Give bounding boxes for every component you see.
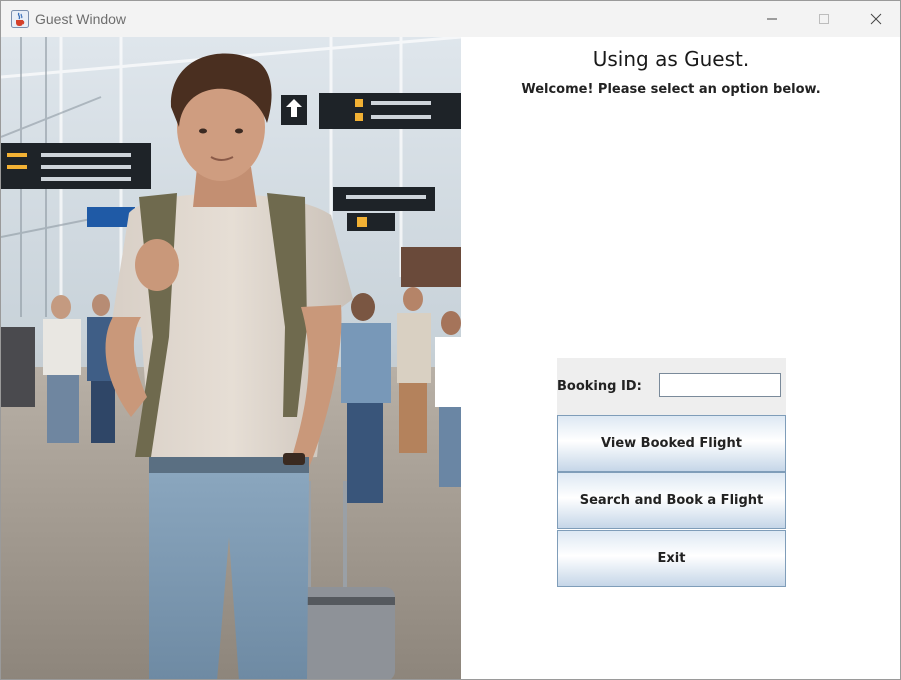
- traveler-photo: [1, 37, 461, 679]
- booking-id-row: Booking ID:: [557, 358, 786, 415]
- maximize-icon: [819, 14, 829, 24]
- java-coffee-icon: [11, 10, 29, 28]
- close-icon: [870, 13, 882, 25]
- guest-options-panel: Using as Guest. Welcome! Please select a…: [461, 37, 900, 679]
- page-title: Using as Guest.: [592, 47, 750, 71]
- booking-id-label: Booking ID:: [557, 379, 642, 394]
- booking-id-input[interactable]: [659, 373, 781, 397]
- maximize-button[interactable]: [798, 1, 850, 37]
- window-title: Guest Window: [35, 11, 127, 27]
- exit-button[interactable]: Exit: [557, 530, 786, 587]
- welcome-message: Welcome! Please select an option below.: [521, 82, 821, 97]
- close-button[interactable]: [850, 1, 900, 37]
- minimize-icon: [767, 18, 777, 20]
- minimize-button[interactable]: [746, 1, 798, 37]
- title-bar[interactable]: Guest Window: [1, 1, 900, 37]
- search-and-book-flight-button[interactable]: Search and Book a Flight: [557, 472, 786, 529]
- view-booked-flight-button[interactable]: View Booked Flight: [557, 415, 786, 472]
- guest-window: Guest Window Using as Guest. Welcome! Pl…: [0, 0, 901, 680]
